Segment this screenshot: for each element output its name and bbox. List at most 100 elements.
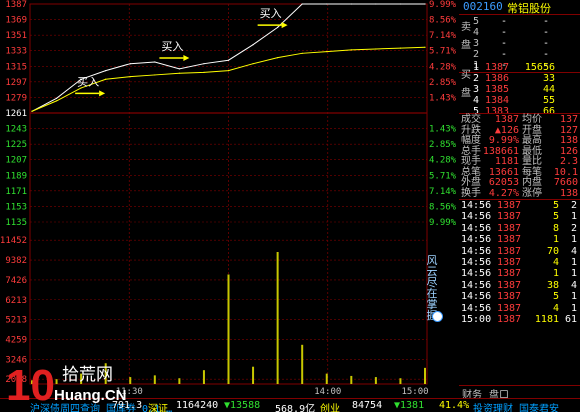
scroll-indicator-icon[interactable] [432,311,443,322]
pct-axis-label: 4.28% [429,156,457,166]
tick-count: 2 [570,222,577,234]
tick-time: 14:56 [461,222,492,234]
price-point [129,63,131,65]
buy-annotation: 买入 [260,7,282,20]
tick-count: 4 [570,279,577,291]
price-point [252,44,254,46]
price-axis-label: 1333 [5,47,27,57]
tick-row: 14:56 1387 8 2 [459,223,580,235]
price-axis-label: 1369 [5,16,27,26]
average-point [203,71,205,73]
price-axis-label: 1387 [5,0,27,10]
tick-time: 15:00 [461,314,492,325]
index-value-g: 84754 [352,400,383,411]
status-bar-right: 41.4% 投资理财 国泰君安 [439,398,580,412]
stat-label: 涨停 [522,187,542,199]
tick-price: 1387 [497,234,522,246]
tick-price: 1387 [497,302,522,314]
volume-axis-label: 5213 [5,316,27,326]
average-point [154,74,156,76]
pct-axis-label: 9.99% [429,218,457,228]
price-axis-label: 1153 [5,202,27,212]
stock-name: 常铝股份 [507,2,551,15]
volume-bar [276,252,279,384]
tick-count: 2 [570,200,577,211]
volume-bar [227,274,230,384]
tick-time: 14:56 [461,291,492,303]
stat-value: 4.27% [488,187,519,199]
pct-axis-label: 7.14% [429,31,457,41]
price-point [203,63,205,65]
tick-count: 1 [570,211,577,223]
tick-volume: 5 [552,291,559,303]
tick-row: 14:56 1387 5 1 [459,211,580,223]
tick-count: 1 [570,257,577,268]
tick-volume: 8 [552,222,559,234]
volume-axis-label: 4259 [5,335,27,345]
average-point [178,72,180,74]
tick-count: 4 [570,245,577,257]
price-point [375,3,377,5]
pct-axis-label: 1.43% [429,93,457,103]
volume-bar [374,377,377,384]
stat-row: 换手 4.27% 涨停 138 [459,188,580,200]
tick-volume: 38 [546,279,559,291]
volume-bar [399,378,402,384]
average-point [326,50,328,53]
tick-time: 14:56 [461,234,492,246]
stock-code: 002160 [463,0,503,13]
tick-row: 14:56 1387 4 1 [459,303,580,315]
tick-time: 14:56 [461,257,492,268]
pct-axis-label: 5.71% [429,47,457,57]
volume-bar [202,370,205,384]
ask-label: 卖 [461,22,471,33]
average-point [375,48,377,50]
tick-row: 14:56 1387 5 2 [459,200,580,212]
pct-axis-label: 1.43% [429,125,457,135]
price-axis-label: 1189 [5,171,27,181]
tick-volume: 5 [552,200,559,211]
average-point [252,63,254,65]
pct-axis-label: 2.85% [429,140,457,150]
tick-row: 14:56 1387 70 4 [459,246,580,258]
ask-pan-label: 盘 [461,40,471,51]
tick-time: 14:56 [461,279,492,291]
price-point [399,3,402,5]
tick-count: 1 [570,291,577,303]
tick-time: 14:56 [461,245,492,257]
price-axis-label: 1225 [5,140,27,150]
tick-time: 14:56 [461,302,492,314]
tick-count: 1 [570,302,577,314]
tick-volume: 4 [552,302,559,314]
index-change-h: ▼1381 [394,400,425,411]
average-point [399,47,402,49]
price-axis-label: 1135 [5,218,27,228]
bid-label: 买 [461,70,471,81]
watermark-en: Huang.CN [54,387,127,404]
time-label: 15:00 [401,387,428,397]
average-point [350,49,352,51]
volume-bar [325,373,328,384]
tick-price: 1387 [497,314,522,325]
volume-axis-label: 7426 [5,276,27,286]
tick-price: 1387 [497,222,522,234]
volume-axis-label: 11452 [0,236,27,246]
time-label: 14:00 [314,387,341,397]
tick-count: 1 [570,234,577,246]
average-point [277,57,279,59]
average-point [301,52,303,54]
tick-price: 1387 [497,268,522,280]
tick-time: 14:56 [461,211,492,223]
tick-count: 61 [564,314,577,325]
tick-volume: 1181 [534,314,559,325]
pct-axis-label: 2.85% [429,78,457,88]
tick-row: 14:56 1387 1 1 [459,234,580,246]
price-axis-label: 1207 [5,156,27,166]
price-point [154,61,156,63]
watermark-big: 10 [6,361,55,406]
price-point [55,97,58,99]
side-tabs: 财务 盘口 [459,385,580,401]
average-point [227,70,230,72]
average-point [424,46,426,48]
index-value-c: 1164240 [176,400,219,411]
